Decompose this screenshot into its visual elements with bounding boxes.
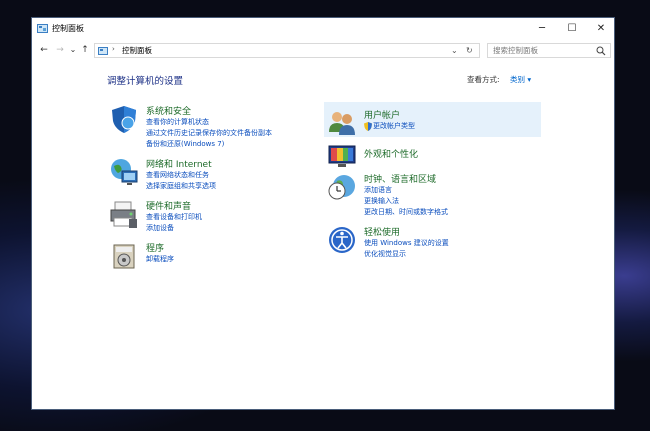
minimize-button[interactable]: ─ bbox=[527, 18, 557, 40]
shield-icon[interactable] bbox=[109, 104, 139, 134]
category-title[interactable]: 外观和个性化 bbox=[364, 147, 418, 160]
category-title[interactable]: 轻松使用 bbox=[364, 225, 400, 238]
forward-button[interactable]: → bbox=[54, 43, 66, 57]
maximize-button[interactable]: ☐ bbox=[557, 18, 587, 40]
link-check-computer-status[interactable]: 查看你的计算机状态 bbox=[146, 117, 209, 127]
category-ease-of-access: 轻松使用 使用 Windows 建议的设置 优化视觉显示 bbox=[327, 225, 537, 261]
breadcrumb-control-panel[interactable]: 控制面板 bbox=[122, 45, 152, 57]
clock-globe-icon[interactable] bbox=[327, 172, 357, 202]
category-network-internet: 网络和 Internet 查看网络状态和任务 选择家庭组和共享选项 bbox=[109, 157, 309, 197]
category-title[interactable]: 网络和 Internet bbox=[146, 157, 212, 170]
refresh-button[interactable]: ↻ bbox=[466, 45, 473, 57]
window-title: 控制面板 bbox=[52, 24, 84, 33]
address-bar[interactable]: › 控制面板 ⌄ ↻ bbox=[94, 43, 480, 58]
link-uninstall-program[interactable]: 卸载程序 bbox=[146, 254, 174, 264]
breadcrumb-separator[interactable]: › bbox=[112, 45, 115, 53]
appearance-icon[interactable] bbox=[327, 140, 357, 170]
search-input[interactable]: 搜索控制面板 bbox=[487, 43, 611, 58]
up-button[interactable]: ↑ bbox=[79, 43, 91, 57]
link-change-account-type[interactable]: 更改帐户类型 bbox=[373, 121, 415, 131]
search-icon[interactable] bbox=[596, 46, 606, 56]
category-programs: 程序 卸载程序 bbox=[109, 241, 309, 273]
address-row: ← → ⌄ ↑ › 控制面板 ⌄ ↻ 搜索控制面板 bbox=[32, 40, 614, 60]
view-by-label: 查看方式: bbox=[467, 75, 500, 84]
category-appearance-personalization: 外观和个性化 bbox=[327, 140, 537, 168]
category-user-accounts: 用户帐户 更改帐户类型 bbox=[327, 108, 537, 136]
control-panel-icon bbox=[98, 47, 108, 55]
link-file-history-backup[interactable]: 通过文件历史记录保存你的文件备份副本 bbox=[146, 128, 272, 138]
search-placeholder[interactable]: 搜索控制面板 bbox=[493, 45, 538, 57]
link-change-date-time-format[interactable]: 更改日期、时间或数字格式 bbox=[364, 207, 448, 217]
control-panel-icon bbox=[37, 24, 48, 33]
category-clock-language-region: 时钟、语言和区域 添加语言 更换输入法 更改日期、时间或数字格式 bbox=[327, 172, 537, 216]
link-devices-printers[interactable]: 查看设备和打印机 bbox=[146, 212, 202, 222]
link-add-device[interactable]: 添加设备 bbox=[146, 223, 174, 233]
link-network-status[interactable]: 查看网络状态和任务 bbox=[146, 170, 209, 180]
category-title[interactable]: 系统和安全 bbox=[146, 104, 191, 117]
category-title[interactable]: 硬件和声音 bbox=[146, 199, 191, 212]
network-icon[interactable] bbox=[109, 157, 139, 187]
printer-icon[interactable] bbox=[109, 199, 139, 229]
link-homegroup-sharing[interactable]: 选择家庭组和共享选项 bbox=[146, 181, 216, 191]
close-button[interactable]: ✕ bbox=[586, 18, 614, 40]
programs-icon[interactable] bbox=[109, 241, 139, 271]
page-title: 调整计算机的设置 bbox=[107, 76, 184, 87]
back-button[interactable]: ← bbox=[38, 43, 50, 57]
view-by-dropdown[interactable]: 类别 ▾ bbox=[510, 74, 531, 85]
accessibility-icon[interactable] bbox=[327, 225, 357, 255]
category-title[interactable]: 用户帐户 bbox=[364, 108, 400, 121]
link-backup-restore[interactable]: 备份和还原(Windows 7) bbox=[146, 139, 224, 149]
link-optimize-visual-display[interactable]: 优化视觉显示 bbox=[364, 249, 406, 259]
address-dropdown-button[interactable]: ⌄ bbox=[451, 45, 458, 57]
link-change-input-method[interactable]: 更换输入法 bbox=[364, 196, 399, 206]
users-icon[interactable] bbox=[327, 108, 357, 138]
uac-shield-icon bbox=[364, 122, 372, 131]
link-use-recommended-settings[interactable]: 使用 Windows 建议的设置 bbox=[364, 238, 449, 248]
category-title[interactable]: 时钟、语言和区域 bbox=[364, 172, 436, 185]
link-add-language[interactable]: 添加语言 bbox=[364, 185, 392, 195]
control-panel-window: 控制面板 ─ ☐ ✕ ← → ⌄ ↑ › 控制面板 ⌄ ↻ 搜索控制面板 调整计… bbox=[31, 17, 615, 410]
category-title[interactable]: 程序 bbox=[146, 241, 164, 254]
category-hardware-sound: 硬件和声音 查看设备和打印机 添加设备 bbox=[109, 199, 309, 239]
category-system-security: 系统和安全 查看你的计算机状态 通过文件历史记录保存你的文件备份副本 备份和还原… bbox=[109, 104, 309, 154]
recent-locations-dropdown[interactable]: ⌄ bbox=[67, 43, 79, 57]
title-bar: 控制面板 ─ ☐ ✕ bbox=[32, 18, 614, 40]
